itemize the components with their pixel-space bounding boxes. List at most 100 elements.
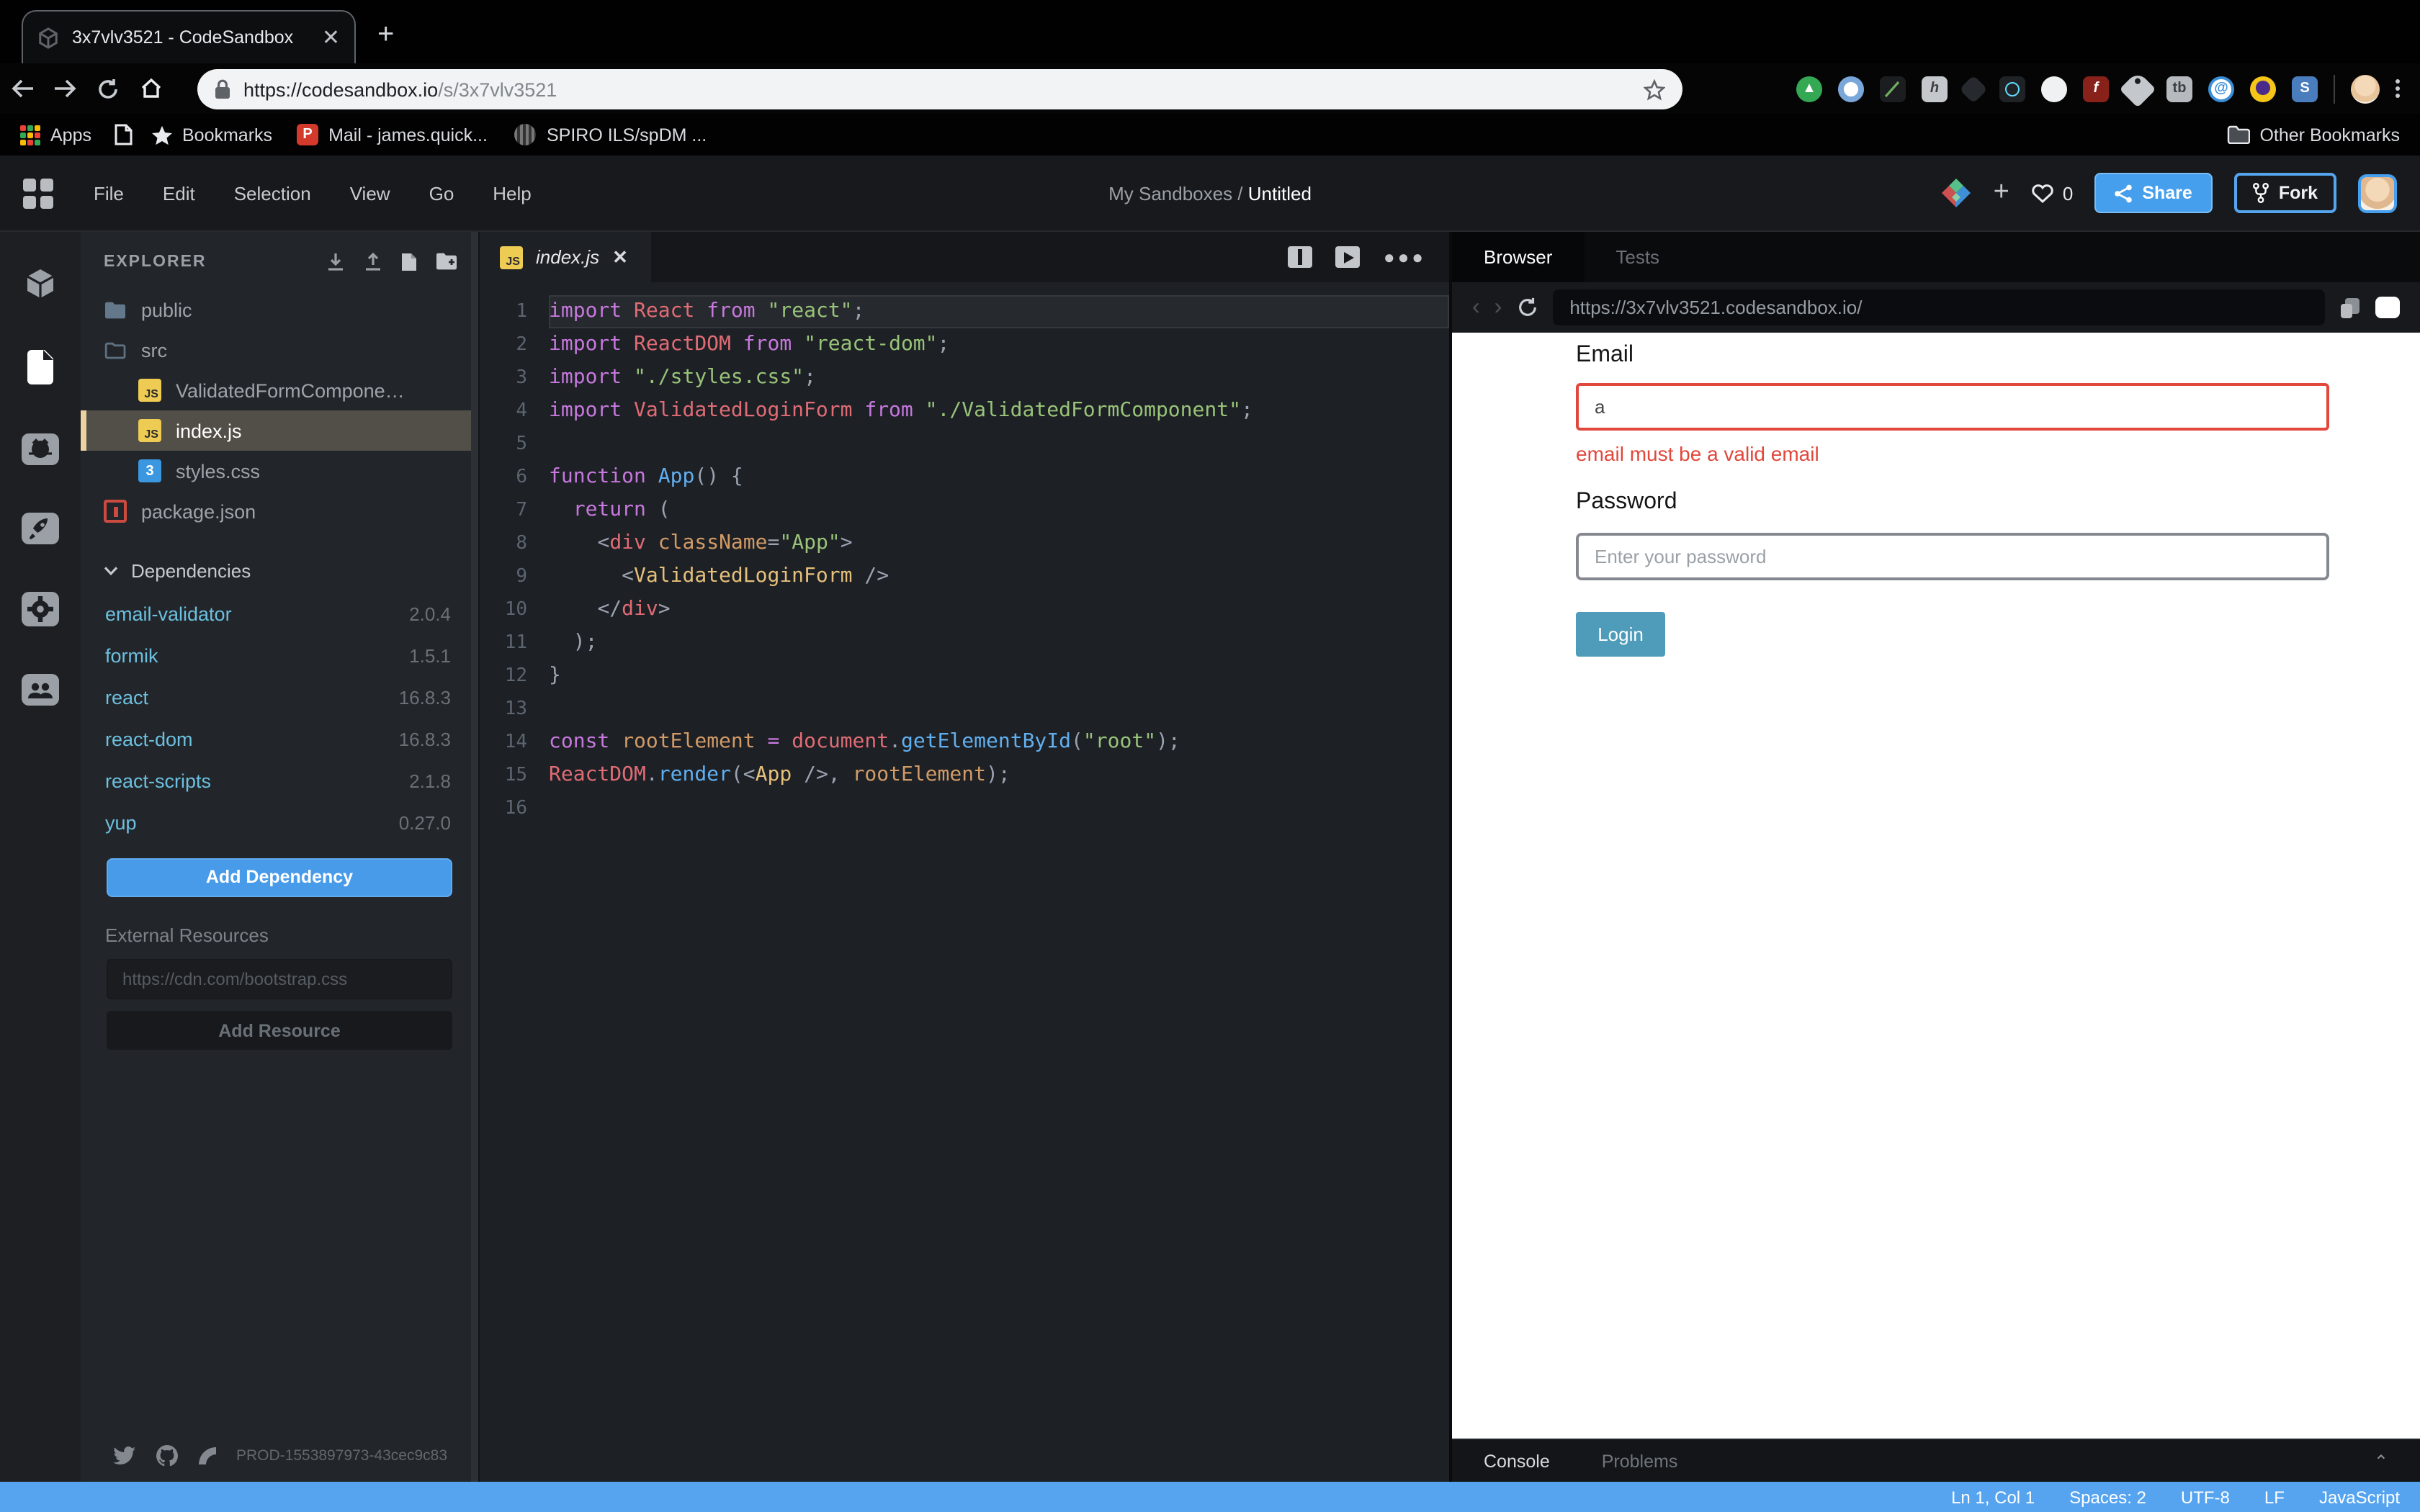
- editor-more-icon[interactable]: ●●●: [1384, 246, 1426, 268]
- upload-icon[interactable]: [363, 252, 383, 272]
- home-icon[interactable]: [130, 78, 173, 99]
- github-icon[interactable]: [22, 433, 59, 465]
- console-tab[interactable]: Console: [1484, 1451, 1550, 1471]
- download-icon[interactable]: [326, 252, 346, 272]
- menu-selection[interactable]: Selection: [234, 182, 311, 204]
- ext-moon-icon[interactable]: [2250, 76, 2276, 102]
- preview-back-icon[interactable]: ‹: [1472, 295, 1480, 319]
- ext-h-icon[interactable]: h: [1922, 76, 1948, 102]
- ext-react-icon[interactable]: [1999, 76, 2025, 102]
- dependency-item[interactable]: react 16.8.3: [81, 677, 478, 719]
- code-line[interactable]: return (: [549, 494, 1449, 527]
- ext-thumbs-icon[interactable]: ▲: [1796, 76, 1822, 102]
- editor-tab-index-js[interactable]: JS index.js ✕: [480, 232, 651, 282]
- gem-icon[interactable]: [1940, 177, 1972, 209]
- new-folder-icon[interactable]: [435, 252, 458, 271]
- menu-edit[interactable]: Edit: [163, 182, 195, 204]
- responsive-toggle-icon[interactable]: [2375, 297, 2400, 318]
- ext-flash-icon[interactable]: f: [2083, 76, 2109, 102]
- bookmark-spiro[interactable]: SPIRO ILS/spDM ...: [514, 124, 707, 145]
- url-bar[interactable]: https://codesandbox.io/s/3x7vlv3521: [197, 69, 1682, 109]
- dependency-name[interactable]: formik: [105, 645, 409, 667]
- code-line[interactable]: import React from "react";: [549, 295, 1449, 328]
- dependency-name[interactable]: yup: [105, 812, 399, 834]
- code-line[interactable]: </div>: [549, 593, 1449, 626]
- split-view-icon[interactable]: [1288, 246, 1313, 268]
- code-line[interactable]: const rootElement = document.getElementB…: [549, 726, 1449, 759]
- code-line[interactable]: import "./styles.css";: [549, 361, 1449, 395]
- bookmark-mail[interactable]: P Mail - james.quick...: [297, 124, 488, 145]
- bookmark-page[interactable]: [113, 124, 132, 145]
- tab-browser[interactable]: Browser: [1452, 232, 1585, 282]
- files-icon[interactable]: [23, 348, 58, 386]
- sandbox-cube-icon[interactable]: [23, 266, 58, 301]
- code-line[interactable]: <div className="App">: [549, 527, 1449, 560]
- ext-pencil-icon[interactable]: [1880, 76, 1906, 102]
- login-button[interactable]: Login: [1576, 612, 1665, 657]
- ext-at-icon[interactable]: @: [2208, 76, 2234, 102]
- bookmark-bookmarks-folder[interactable]: Bookmarks: [151, 125, 272, 145]
- dependency-item[interactable]: formik 1.5.1: [81, 635, 478, 677]
- file-index-js[interactable]: JS index.js: [81, 410, 478, 451]
- new-sandbox-icon[interactable]: +: [1994, 177, 2009, 209]
- share-button[interactable]: Share: [2094, 173, 2213, 213]
- preview-forward-icon[interactable]: ›: [1494, 295, 1502, 319]
- dependency-item[interactable]: react-scripts 2.1.8: [81, 760, 478, 802]
- ext-loom-icon[interactable]: [1838, 76, 1864, 102]
- email-field[interactable]: [1576, 383, 2329, 431]
- file-public[interactable]: public: [81, 289, 478, 330]
- like-button[interactable]: 0: [2031, 182, 2073, 204]
- editor-tab-close-icon[interactable]: ✕: [612, 246, 628, 269]
- dependency-name[interactable]: react-dom: [105, 729, 399, 750]
- dependency-name[interactable]: react-scripts: [105, 770, 409, 792]
- file-styles-css[interactable]: 3 styles.css: [81, 451, 478, 491]
- ext-tag-icon[interactable]: [2119, 70, 2156, 107]
- status-item[interactable]: Ln 1, Col 1: [1951, 1487, 2035, 1507]
- dependency-name[interactable]: react: [105, 687, 399, 708]
- github-footer-icon[interactable]: [156, 1444, 179, 1467]
- menu-help[interactable]: Help: [493, 182, 532, 204]
- bookmark-apps[interactable]: Apps: [20, 125, 91, 145]
- status-item[interactable]: LF: [2264, 1487, 2285, 1507]
- tab-tests[interactable]: Tests: [1584, 232, 1691, 282]
- dependency-name[interactable]: email-validator: [105, 603, 409, 625]
- other-bookmarks[interactable]: Other Bookmarks: [2226, 125, 2400, 145]
- status-item[interactable]: UTF-8: [2181, 1487, 2230, 1507]
- code-line[interactable]: import ValidatedLoginForm from "./Valida…: [549, 395, 1449, 428]
- dependency-item[interactable]: react-dom 16.8.3: [81, 719, 478, 760]
- menu-go[interactable]: Go: [429, 182, 454, 204]
- fork-button[interactable]: Fork: [2233, 173, 2336, 213]
- resource-url-input[interactable]: [107, 959, 452, 999]
- feedback-icon[interactable]: [197, 1446, 218, 1466]
- file-package-json[interactable]: package.json: [81, 491, 478, 531]
- code-line[interactable]: [549, 693, 1449, 726]
- back-icon[interactable]: [0, 78, 43, 99]
- menu-view[interactable]: View: [350, 182, 390, 204]
- bookmark-star-icon[interactable]: [1644, 78, 1665, 100]
- code-line[interactable]: [549, 428, 1449, 461]
- new-file-icon[interactable]: [400, 252, 418, 272]
- reload-icon[interactable]: [86, 77, 130, 100]
- dependency-item[interactable]: email-validator 2.0.4: [81, 593, 478, 635]
- sidebar-scrollbar[interactable]: [471, 232, 478, 1482]
- dashboard-grid-icon[interactable]: [23, 178, 53, 208]
- code-line[interactable]: [549, 792, 1449, 825]
- code-lines[interactable]: import React from "react"; import ReactDO…: [549, 295, 1449, 825]
- user-avatar[interactable]: [2358, 174, 2397, 212]
- twitter-icon[interactable]: [112, 1446, 137, 1466]
- chrome-menu-icon[interactable]: [2396, 79, 2400, 98]
- code-line[interactable]: }: [549, 660, 1449, 693]
- add-resource-button[interactable]: Add Resource: [107, 1011, 452, 1050]
- code-line[interactable]: <ValidatedLoginForm />: [549, 560, 1449, 593]
- ext-diamond-icon[interactable]: [1959, 74, 1988, 103]
- preview-refresh-icon[interactable]: [1516, 297, 1538, 318]
- password-field[interactable]: [1576, 533, 2329, 580]
- code-line[interactable]: function App() {: [549, 461, 1449, 494]
- new-tab-button[interactable]: +: [377, 20, 394, 49]
- settings-gear-icon[interactable]: [22, 592, 59, 626]
- status-item[interactable]: JavaScript: [2319, 1487, 2400, 1507]
- run-preview-icon[interactable]: [1335, 246, 1361, 268]
- chrome-profile-avatar[interactable]: [2351, 74, 2380, 103]
- tab-close-icon[interactable]: ✕: [322, 27, 340, 48]
- deployment-rocket-icon[interactable]: [22, 513, 59, 544]
